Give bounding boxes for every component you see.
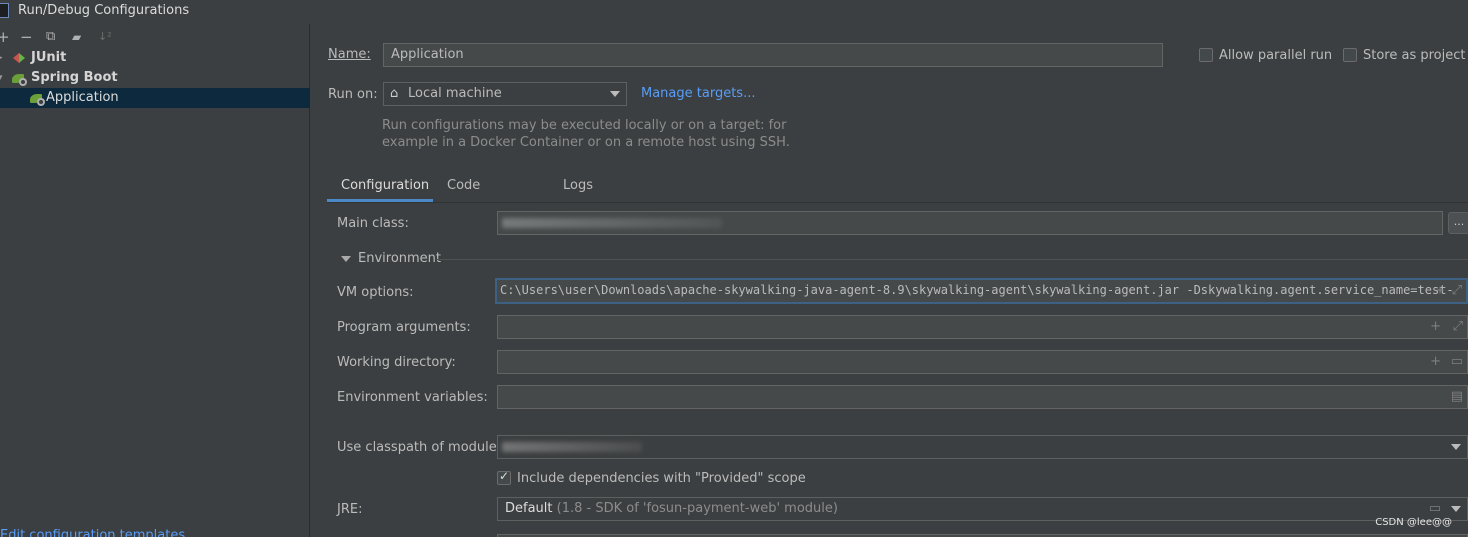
document-icon[interactable]: ▤	[1451, 387, 1463, 407]
chevron-down-icon[interactable]	[341, 256, 351, 262]
tab-code-coverage[interactable]: Code Coverage	[433, 174, 523, 217]
chevron-right-icon[interactable]: ▸	[0, 48, 3, 68]
spring-boot-icon	[12, 72, 28, 86]
store-as-file-checkbox[interactable]	[1343, 48, 1357, 62]
main-class-field[interactable]	[497, 211, 1443, 235]
run-on-label: Run on:	[328, 87, 378, 102]
home-icon: ⌂	[390, 86, 399, 101]
tree-item-junit[interactable]: ▸ JUnit	[0, 48, 310, 68]
configuration-editor: Name: Application Allow parallel run Sto…	[311, 24, 1468, 537]
store-as-file-label: Store as project file	[1363, 48, 1468, 63]
vm-options-label: VM options:	[337, 285, 414, 300]
run-on-hint-line1: Run configurations may be executed local…	[382, 118, 787, 133]
classpath-module-dropdown[interactable]	[497, 435, 1468, 459]
allow-parallel-checkbox[interactable]	[1199, 48, 1213, 62]
working-directory-label: Working directory:	[337, 355, 456, 370]
copy-icon[interactable]: ⧉	[46, 27, 55, 47]
tree-item-application[interactable]: Application	[0, 88, 310, 108]
environment-variables-field[interactable]: ▤	[497, 385, 1468, 409]
environment-section-label[interactable]: Environment	[358, 251, 441, 266]
add-icon[interactable]: +	[1430, 317, 1441, 337]
environment-variables-label: Environment variables:	[337, 390, 488, 405]
tree-item-label: Application	[46, 90, 119, 105]
vm-options-field[interactable]: C:\Users\user\Downloads\apache-skywalkin…	[495, 278, 1468, 304]
junit-icon	[13, 52, 26, 64]
app-icon	[0, 3, 9, 18]
spring-boot-icon	[30, 92, 46, 106]
classpath-module-label: Use classpath of module:	[337, 440, 502, 455]
folder-icon[interactable]: ▭	[1451, 352, 1463, 372]
include-deps-checkbox[interactable]	[497, 469, 511, 485]
include-deps-label: Include dependencies with "Provided" sco…	[517, 471, 806, 486]
tree-item-label: JUnit	[31, 50, 67, 65]
add-icon[interactable]: +	[1430, 352, 1441, 372]
configurations-panel: + − ⧉ ▰ ↓² ▸ JUnit ▾ Spring Boot Applica…	[0, 24, 310, 537]
tree-item-spring-boot[interactable]: ▾ Spring Boot	[0, 68, 310, 88]
sort-icon[interactable]: ↓²	[98, 27, 112, 47]
window-title: Run/Debug Configurations	[18, 3, 190, 18]
section-divider	[437, 259, 1468, 260]
main-class-browse-button[interactable]: ...	[1448, 212, 1468, 234]
config-toolbar: + − ⧉ ▰ ↓²	[0, 27, 310, 47]
watermark: CSDN @lee@@	[1375, 517, 1452, 528]
working-directory-field[interactable]: + ▭	[497, 350, 1468, 374]
expand-icon[interactable]: ⤢	[1453, 317, 1463, 337]
tab-configuration[interactable]: Configuration	[327, 174, 433, 202]
chevron-down-icon	[1451, 506, 1461, 512]
remove-icon[interactable]: −	[20, 27, 33, 47]
name-label: Name:	[328, 47, 371, 62]
redacted-text	[502, 442, 642, 452]
program-arguments-label: Program arguments:	[337, 320, 471, 335]
allow-parallel-label: Allow parallel run	[1219, 48, 1333, 63]
jre-label: JRE:	[337, 502, 363, 517]
add-icon[interactable]: +	[0, 27, 10, 47]
tree-item-label: Spring Boot	[31, 70, 118, 85]
run-on-dropdown[interactable]: ⌂ Local machine	[383, 82, 627, 106]
manage-targets-link[interactable]: Manage targets...	[641, 86, 755, 101]
run-on-hint-line2: example in a Docker Container or on a re…	[382, 135, 790, 150]
add-icon[interactable]: +	[1436, 281, 1444, 301]
expand-icon[interactable]: ⤢	[1452, 281, 1462, 301]
redacted-text	[502, 218, 722, 228]
program-arguments-field[interactable]: + ⤢	[497, 315, 1468, 339]
name-field[interactable]: Application	[383, 43, 1163, 67]
tab-logs[interactable]: Logs	[549, 174, 607, 202]
main-class-label: Main class:	[337, 216, 409, 231]
jre-dropdown[interactable]: Default (1.8 - SDK of 'fosun-payment-web…	[497, 497, 1468, 521]
edit-templates-link[interactable]: Edit configuration templates...	[0, 528, 198, 537]
folder-icon[interactable]: ▰	[72, 27, 81, 47]
chevron-down-icon	[1451, 444, 1461, 450]
chevron-down-icon	[610, 91, 620, 97]
chevron-down-icon[interactable]: ▾	[0, 68, 3, 88]
title-bar: Run/Debug Configurations	[0, 0, 1468, 22]
folder-icon[interactable]: ▭	[1429, 499, 1441, 519]
configuration-panel: Main class: ... Environment VM options: …	[327, 202, 1468, 537]
